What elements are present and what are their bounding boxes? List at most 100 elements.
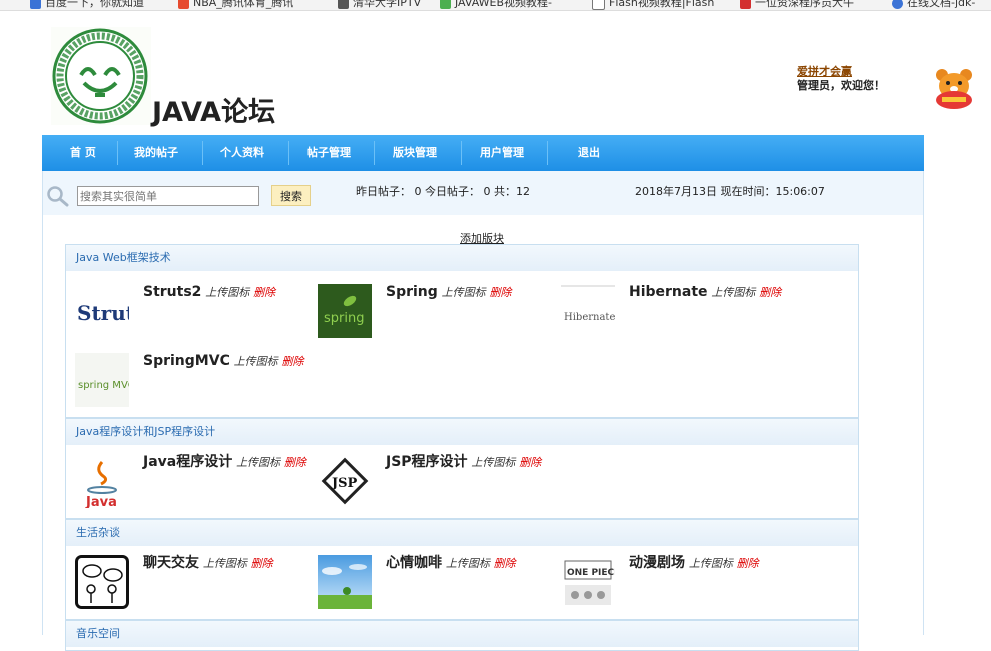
delete-link[interactable]: 删除 xyxy=(737,557,759,570)
category-section: Java程序设计和JSP程序设计 Java Java程序设计 上传图标 删除 J… xyxy=(65,418,859,519)
delete-link[interactable]: 删除 xyxy=(489,286,511,299)
board-item: JSP JSP程序设计 上传图标 删除 xyxy=(318,454,558,516)
delete-link[interactable]: 删除 xyxy=(519,456,541,469)
nav-logout[interactable]: 退出 xyxy=(578,135,600,171)
board-name[interactable]: Hibernate xyxy=(629,284,708,300)
nav-post-management[interactable]: 帖子管理 xyxy=(307,135,351,171)
category-section: 生活杂谈 聊天交友 上传图标 删除 心情咖啡 上传图标 删除 ONE PIECE… xyxy=(65,519,859,620)
search-button[interactable]: 搜索 xyxy=(271,185,311,206)
board-item: spring Spring 上传图标 删除 xyxy=(318,284,558,346)
document-icon xyxy=(592,0,605,10)
search-bar: 搜索 昨日帖子： 0 今日帖子： 0 共：12 2018年7月13日 现在时间：… xyxy=(42,171,924,216)
svg-text:Hibernate: Hibernate xyxy=(564,312,615,323)
welcome-text: 管理员，欢迎您！ xyxy=(797,79,885,92)
board-item: Struts Struts2 上传图标 删除 xyxy=(75,284,315,346)
jsp-board-image[interactable]: JSP xyxy=(318,454,372,508)
category-title[interactable]: 音乐空间 xyxy=(66,620,858,647)
svg-text:ONE PIECE: ONE PIECE xyxy=(567,568,615,578)
spring-board-image[interactable]: spring xyxy=(318,284,372,338)
board-item: Java Java程序设计 上传图标 删除 xyxy=(75,454,315,516)
bookmarks-bar: 百度一下，你就知道 NBA_腾讯体育_腾讯 清华大学IPTV JAVAWEB视频… xyxy=(0,0,991,11)
board-item: 心情咖啡 上传图标 删除 xyxy=(318,555,558,617)
delete-link[interactable]: 删除 xyxy=(759,286,781,299)
main-nav: 首 页 我的帖子 个人资料 帖子管理 版块管理 用户管理 退出 xyxy=(42,135,924,171)
bookmark-item[interactable]: 在线文档-jdk- xyxy=(892,0,975,10)
board-name[interactable]: 动漫剧场 xyxy=(629,555,685,571)
bookmark-label: 百度一下，你就知道 xyxy=(45,0,144,9)
board-item: Hibernate Hibernate 上传图标 删除 xyxy=(561,284,801,346)
nav-divider xyxy=(461,141,462,165)
bookmark-item[interactable]: Flash视频教程|Flash xyxy=(592,0,714,10)
board-name[interactable]: JSP程序设计 xyxy=(386,454,468,470)
current-datetime: 2018年7月13日 现在时间：15:06:07 xyxy=(635,185,825,198)
user-name-link[interactable]: 爱拼才会赢 xyxy=(797,65,885,79)
landscape-board-image[interactable] xyxy=(318,555,372,609)
springmvc-board-image[interactable]: spring MVC xyxy=(75,353,135,407)
upload-icon-link[interactable]: 上传图标 xyxy=(442,286,486,299)
upload-icon-link[interactable]: 上传图标 xyxy=(711,286,755,299)
board-item: spring MVC SpringMVC 上传图标 删除 xyxy=(75,353,315,415)
svg-text:JSP: JSP xyxy=(331,476,358,491)
board-item: 聊天交友 上传图标 删除 xyxy=(75,555,315,617)
bookmark-label: NBA_腾讯体育_腾讯 xyxy=(193,0,294,9)
bookmark-item[interactable]: JAVAWEB视频教程- xyxy=(440,0,552,10)
delete-link[interactable]: 删除 xyxy=(251,557,273,570)
delete-link[interactable]: 删除 xyxy=(494,557,516,570)
bookmark-item[interactable]: 一位资深程序员大牛 xyxy=(740,0,854,10)
avatar[interactable] xyxy=(933,66,975,110)
nav-user-management[interactable]: 用户管理 xyxy=(480,135,524,171)
bookmark-item[interactable]: 清华大学IPTV xyxy=(338,0,421,10)
bookmark-item[interactable]: NBA_腾讯体育_腾讯 xyxy=(178,0,293,10)
nav-divider xyxy=(547,141,548,165)
nav-profile[interactable]: 个人资料 xyxy=(220,135,264,171)
board-item: ONE PIECE 动漫剧场 上传图标 删除 xyxy=(561,555,801,617)
bookmark-item[interactable]: 百度一下，你就知道 xyxy=(30,0,144,10)
nav-my-posts[interactable]: 我的帖子 xyxy=(134,135,178,171)
bookmark-label: 一位资深程序员大牛 xyxy=(755,0,854,9)
user-info: 爱拼才会赢 管理员，欢迎您！ xyxy=(797,65,885,93)
globe-icon xyxy=(892,0,903,9)
upload-icon-link[interactable]: 上传图标 xyxy=(203,557,247,570)
search-input[interactable] xyxy=(77,186,259,206)
nav-home[interactable]: 首 页 xyxy=(70,135,96,171)
board-name[interactable]: SpringMVC xyxy=(143,353,230,369)
struts-board-image[interactable]: Struts xyxy=(75,284,146,338)
hibernate-board-image[interactable]: Hibernate xyxy=(561,284,615,338)
chat-board-image[interactable] xyxy=(75,555,129,609)
nav-divider xyxy=(288,141,289,165)
board-name[interactable]: Struts2 xyxy=(143,284,201,300)
board-name[interactable]: Java程序设计 xyxy=(143,454,232,470)
upload-icon-link[interactable]: 上传图标 xyxy=(236,456,280,469)
delete-link[interactable]: 删除 xyxy=(284,456,306,469)
site-icon xyxy=(440,0,451,9)
csdn-icon xyxy=(740,0,751,9)
board-list: 添加版块 Java Web框架技术 Struts Struts2 上传图标 删除… xyxy=(42,215,924,651)
java-board-image[interactable]: Java xyxy=(75,454,129,510)
delete-link[interactable]: 删除 xyxy=(282,355,304,368)
svg-text:Java: Java xyxy=(85,495,117,508)
category-section: Java Web框架技术 Struts Struts2 上传图标 删除 spri… xyxy=(65,244,859,418)
board-name[interactable]: 聊天交友 xyxy=(143,555,199,571)
bookmark-label: Flash视频教程|Flash xyxy=(609,0,715,9)
nav-divider xyxy=(374,141,375,165)
upload-icon-link[interactable]: 上传图标 xyxy=(689,557,733,570)
upload-icon-link[interactable]: 上传图标 xyxy=(234,355,278,368)
upload-icon-link[interactable]: 上传图标 xyxy=(446,557,490,570)
category-section: 音乐空间 xyxy=(65,620,859,651)
upload-icon-link[interactable]: 上传图标 xyxy=(205,286,249,299)
category-title[interactable]: Java Web框架技术 xyxy=(66,244,858,271)
svg-text:Struts: Struts xyxy=(77,301,129,325)
nav-divider xyxy=(117,141,118,165)
svg-text:spring: spring xyxy=(324,311,364,326)
board-name[interactable]: Spring xyxy=(386,284,438,300)
svg-text:spring MVC: spring MVC xyxy=(78,380,129,391)
upload-icon-link[interactable]: 上传图标 xyxy=(471,456,515,469)
university-logo xyxy=(51,27,151,125)
anime-board-image[interactable]: ONE PIECE xyxy=(561,555,620,609)
category-title[interactable]: 生活杂谈 xyxy=(66,519,858,546)
category-title[interactable]: Java程序设计和JSP程序设计 xyxy=(66,418,858,445)
nav-board-management[interactable]: 版块管理 xyxy=(393,135,437,171)
board-name[interactable]: 心情咖啡 xyxy=(386,555,442,571)
post-stats: 昨日帖子： 0 今日帖子： 0 共：12 xyxy=(356,185,530,198)
delete-link[interactable]: 删除 xyxy=(253,286,275,299)
